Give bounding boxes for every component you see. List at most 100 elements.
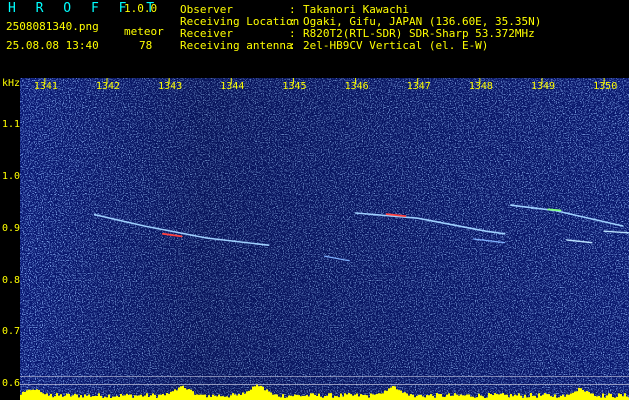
level-bar	[270, 392, 272, 400]
level-bar	[174, 389, 176, 400]
level-bar	[416, 395, 418, 400]
level-bar	[466, 394, 468, 400]
level-bar	[372, 394, 374, 400]
level-bar	[292, 396, 294, 400]
level-bar	[288, 395, 290, 400]
level-bar	[282, 394, 284, 400]
level-bar	[592, 393, 594, 400]
level-bar	[336, 396, 338, 400]
level-bar	[328, 393, 330, 400]
level-bar	[136, 395, 138, 400]
level-bar	[212, 394, 214, 400]
level-bar	[184, 388, 186, 400]
level-bar	[516, 395, 518, 400]
spectrogram-plot	[20, 78, 629, 400]
level-bar	[340, 393, 342, 400]
level-bar	[120, 393, 122, 400]
level-bar	[182, 385, 184, 400]
level-bar	[296, 394, 298, 400]
level-bar	[204, 394, 206, 400]
level-bar	[488, 393, 490, 400]
level-bar	[200, 394, 202, 400]
level-bar	[576, 391, 578, 400]
level-bar	[388, 388, 390, 400]
y-tick-label: 1.1	[2, 118, 21, 130]
level-bar	[26, 390, 28, 400]
level-bar	[396, 389, 398, 400]
level-bar	[390, 387, 392, 400]
level-bar	[98, 393, 100, 400]
level-bar	[154, 394, 156, 400]
level-bar	[66, 393, 68, 400]
level-bar	[580, 388, 582, 400]
level-bar	[80, 395, 82, 400]
level-bar	[68, 393, 70, 400]
level-bar	[504, 394, 506, 400]
level-bar	[146, 393, 148, 400]
level-bar	[32, 389, 34, 400]
level-bar	[578, 387, 580, 400]
level-bar	[116, 395, 118, 400]
level-bar	[384, 390, 386, 400]
level-bar	[376, 393, 378, 400]
level-bar	[344, 393, 346, 400]
level-bar	[622, 396, 624, 400]
level-bar	[422, 396, 424, 400]
level-bar	[128, 394, 130, 400]
level-bar	[124, 395, 126, 400]
level-bar	[310, 393, 312, 400]
level-bar	[554, 394, 556, 400]
level-bar	[534, 395, 536, 400]
spectrogram	[20, 78, 629, 400]
level-bar	[618, 393, 620, 400]
level-bar	[54, 396, 56, 400]
level-bar	[428, 395, 430, 400]
level-bar	[356, 393, 358, 400]
level-bar	[494, 393, 496, 400]
level-bar	[610, 393, 612, 400]
level-bar	[548, 394, 550, 400]
level-bar	[410, 394, 412, 400]
level-bar	[260, 385, 262, 400]
level-bar	[490, 393, 492, 400]
x-tick-label: 1343	[158, 81, 183, 92]
level-bar	[214, 395, 216, 400]
level-bar	[394, 386, 396, 400]
y-tick-label: 0.9	[2, 222, 21, 234]
level-bar	[36, 389, 38, 400]
level-bar	[348, 393, 350, 400]
level-bar	[272, 394, 274, 400]
level-bar	[112, 396, 114, 400]
level-bar	[316, 395, 318, 400]
level-bar	[562, 394, 564, 400]
level-bar	[166, 393, 168, 400]
level-bar	[114, 396, 116, 400]
level-bar	[358, 396, 360, 400]
level-bar	[566, 394, 568, 400]
level-bar	[164, 395, 166, 400]
level-bar	[294, 394, 296, 400]
level-bar	[420, 394, 422, 400]
level-bar	[366, 395, 368, 400]
level-bar	[452, 395, 454, 400]
level-bar	[108, 394, 110, 400]
capture-datetime: 25.08.08 13:40	[6, 39, 99, 52]
level-bar	[584, 391, 586, 400]
level-bar	[126, 393, 128, 400]
level-bar	[320, 396, 322, 400]
level-bar	[274, 394, 276, 400]
level-bar	[538, 393, 540, 400]
level-bar	[480, 395, 482, 400]
level-bar	[24, 391, 26, 400]
level-bar	[606, 395, 608, 400]
level-bar	[290, 395, 292, 400]
level-bar	[346, 394, 348, 400]
level-bar	[100, 395, 102, 400]
level-bar	[568, 394, 570, 400]
level-bar	[448, 393, 450, 400]
level-bar	[436, 393, 438, 400]
level-bar	[84, 394, 86, 400]
level-bar	[42, 393, 44, 400]
y-tick-label: 0.8	[2, 274, 21, 286]
level-bar	[56, 393, 58, 400]
